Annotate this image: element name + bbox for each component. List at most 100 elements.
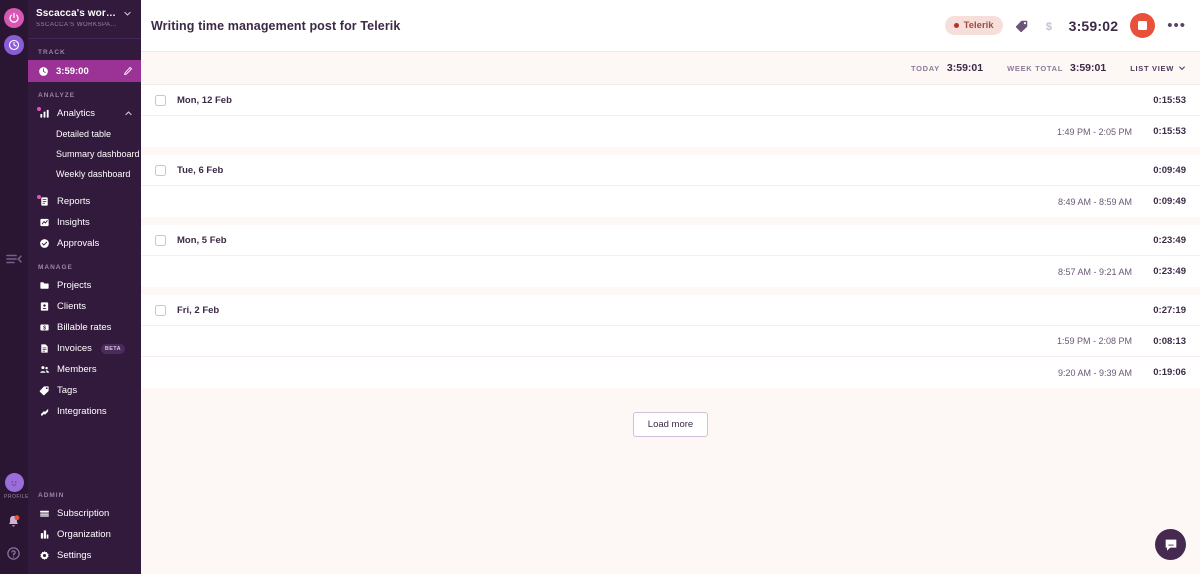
day-group: Tue, 6 Feb 0:09:49 8:49 AM - 8:59 AM 0:09:4… bbox=[141, 155, 1200, 217]
project-badge[interactable]: Telerik bbox=[944, 16, 1003, 35]
organization-icon bbox=[38, 529, 50, 541]
chevron-up-icon[interactable] bbox=[124, 109, 133, 118]
day-select-checkbox[interactable] bbox=[155, 234, 166, 246]
today-value: 3:59:01 bbox=[946, 62, 984, 74]
section-label-admin: ADMIN bbox=[38, 492, 65, 499]
entry-time-range: 1:49 PM - 2:05 PM bbox=[1056, 126, 1132, 137]
sidebar-item-tags[interactable]: Tags bbox=[28, 380, 141, 401]
sidebar-item-reports[interactable]: Reports bbox=[28, 191, 141, 212]
beta-badge: BETA bbox=[100, 343, 126, 354]
time-entry-row[interactable]: 1:49 PM - 2:05 PM 0:15:53 bbox=[141, 116, 1200, 147]
day-total: 0:15:53 bbox=[1153, 94, 1186, 106]
svg-text:$: $ bbox=[43, 325, 46, 331]
workspace-subtitle: SSCACCA'S WORKSPA… bbox=[36, 22, 118, 28]
section-label-manage: MANAGE bbox=[38, 264, 73, 271]
app-rail: PROFILE bbox=[0, 0, 28, 574]
day-total: 0:23:49 bbox=[1153, 234, 1186, 246]
sidebar-item-projects[interactable]: Projects bbox=[28, 275, 141, 296]
more-options-button[interactable]: ••• bbox=[1167, 18, 1186, 33]
tag-icon bbox=[38, 385, 50, 397]
sidebar-item-reports-label: Reports bbox=[57, 196, 91, 207]
collapse-sidebar-icon[interactable] bbox=[5, 252, 23, 266]
sidebar-item-clients[interactable]: Clients bbox=[28, 296, 141, 317]
day-select-checkbox[interactable] bbox=[155, 94, 166, 106]
entry-time-range: 9:20 AM - 9:39 AM bbox=[1057, 367, 1132, 378]
sidebar-subitem-summary-dashboard[interactable]: Summary dashboard bbox=[28, 144, 141, 164]
chevron-down-icon[interactable] bbox=[123, 9, 132, 18]
sidebar: Sscacca's work… SSCACCA'S WORKSPA… TRACK… bbox=[28, 0, 141, 574]
power-app-icon[interactable] bbox=[4, 8, 24, 28]
sidebar-item-subscription-label: Subscription bbox=[57, 508, 110, 519]
sidebar-item-analytics[interactable]: Analytics bbox=[28, 103, 141, 124]
approvals-icon bbox=[38, 238, 50, 250]
load-more-button[interactable]: Load more bbox=[632, 412, 709, 437]
week-total-label: WEEK TOTAL bbox=[1007, 64, 1063, 73]
current-entry-title[interactable]: Writing time management post for Telerik bbox=[151, 19, 945, 33]
sidebar-subitem-detailed-table[interactable]: Detailed table bbox=[28, 124, 141, 144]
billable-icon: $ bbox=[38, 322, 50, 334]
track-timer-value: 3:59:00 bbox=[56, 65, 89, 77]
workspace-header[interactable]: Sscacca's work… SSCACCA'S WORKSPA… bbox=[28, 0, 141, 28]
dollar-icon[interactable]: $ bbox=[1042, 18, 1057, 33]
time-entry-row[interactable]: 9:20 AM - 9:39 AM 0:19:06 bbox=[141, 357, 1200, 388]
day-header: Mon, 12 Feb 0:15:53 bbox=[141, 85, 1200, 116]
day-group: Mon, 5 Feb 0:23:49 8:57 AM - 9:21 AM 0:23:4… bbox=[141, 225, 1200, 287]
sidebar-item-approvals[interactable]: Approvals bbox=[28, 233, 141, 254]
reports-icon bbox=[37, 194, 50, 208]
today-label: TODAY bbox=[910, 64, 940, 73]
week-total: WEEK TOTAL 3:59:01 bbox=[1007, 62, 1106, 74]
entry-time-range: 1:59 PM - 2:08 PM bbox=[1056, 336, 1132, 346]
today-total: TODAY 3:59:01 bbox=[911, 62, 983, 74]
sidebar-item-insights[interactable]: Insights bbox=[28, 212, 141, 233]
sidebar-item-organization[interactable]: Organization bbox=[28, 524, 141, 545]
day-label: Fri, 2 Feb bbox=[177, 304, 220, 316]
week-total-value: 3:59:01 bbox=[1069, 62, 1107, 74]
sidebar-item-clients-label: Clients bbox=[57, 301, 87, 312]
clock-icon bbox=[38, 66, 49, 77]
timer-topbar: Writing time management post for Telerik… bbox=[141, 0, 1200, 52]
time-entry-row[interactable]: 1:59 PM - 2:08 PM 0:08:13 bbox=[141, 326, 1200, 357]
members-icon bbox=[38, 364, 50, 376]
time-entry-row[interactable]: 8:49 AM - 8:59 AM 0:09:49 bbox=[141, 186, 1200, 217]
avatar[interactable]: PROFILE bbox=[4, 473, 28, 500]
day-total: 0:27:19 bbox=[1153, 304, 1186, 316]
sidebar-item-members-label: Members bbox=[57, 364, 97, 375]
sidebar-item-settings[interactable]: Settings bbox=[28, 545, 141, 566]
insights-icon bbox=[38, 217, 50, 229]
day-total: 0:09:49 bbox=[1153, 164, 1186, 176]
view-mode-label: LIST VIEW bbox=[1130, 63, 1174, 73]
analytics-badge-dot bbox=[37, 106, 41, 111]
stop-square-icon bbox=[1138, 21, 1148, 30]
sidebar-item-subscription[interactable]: Subscription bbox=[28, 503, 141, 524]
help-icon[interactable] bbox=[6, 546, 22, 562]
sidebar-item-billable-rates[interactable]: $ Billable rates bbox=[28, 317, 141, 338]
sidebar-item-integrations[interactable]: Integrations bbox=[28, 401, 141, 422]
sidebar-item-approvals-label: Approvals bbox=[57, 238, 100, 249]
integrations-icon bbox=[38, 406, 50, 418]
time-entry-row[interactable]: 8:57 AM - 9:21 AM 0:23:49 bbox=[141, 256, 1200, 287]
sidebar-item-invoices[interactable]: Invoices BETA bbox=[28, 338, 141, 359]
day-label: Mon, 5 Feb bbox=[177, 234, 227, 246]
edit-pencil-icon[interactable] bbox=[123, 66, 133, 76]
workspace-title: Sscacca's work… bbox=[36, 8, 120, 19]
view-mode-selector[interactable]: LIST VIEW bbox=[1130, 64, 1186, 73]
clock-app-icon[interactable] bbox=[4, 35, 24, 55]
svg-text:$: $ bbox=[1046, 21, 1052, 33]
sidebar-item-insights-label: Insights bbox=[57, 217, 90, 228]
entry-duration: 0:09:49 bbox=[1153, 196, 1186, 207]
sidebar-subitem-weekly-dashboard[interactable]: Weekly dashboard bbox=[28, 164, 141, 184]
sidebar-item-track-timer[interactable]: 3:59:00 bbox=[28, 60, 141, 82]
entry-duration: 0:15:53 bbox=[1153, 126, 1186, 137]
day-select-checkbox[interactable] bbox=[155, 304, 166, 316]
sidebar-item-members[interactable]: Members bbox=[28, 359, 141, 380]
sidebar-item-settings-label: Settings bbox=[57, 550, 92, 561]
tag-icon[interactable] bbox=[1015, 18, 1030, 33]
gear-icon bbox=[38, 550, 50, 562]
chat-bubble-icon[interactable] bbox=[1155, 529, 1186, 560]
reports-badge-dot bbox=[37, 194, 41, 199]
section-label-analyze: ANALYZE bbox=[38, 92, 76, 99]
stop-timer-button[interactable] bbox=[1130, 13, 1156, 38]
day-select-checkbox[interactable] bbox=[155, 164, 166, 176]
notification-bell-icon[interactable] bbox=[6, 514, 22, 530]
client-icon bbox=[38, 301, 50, 313]
